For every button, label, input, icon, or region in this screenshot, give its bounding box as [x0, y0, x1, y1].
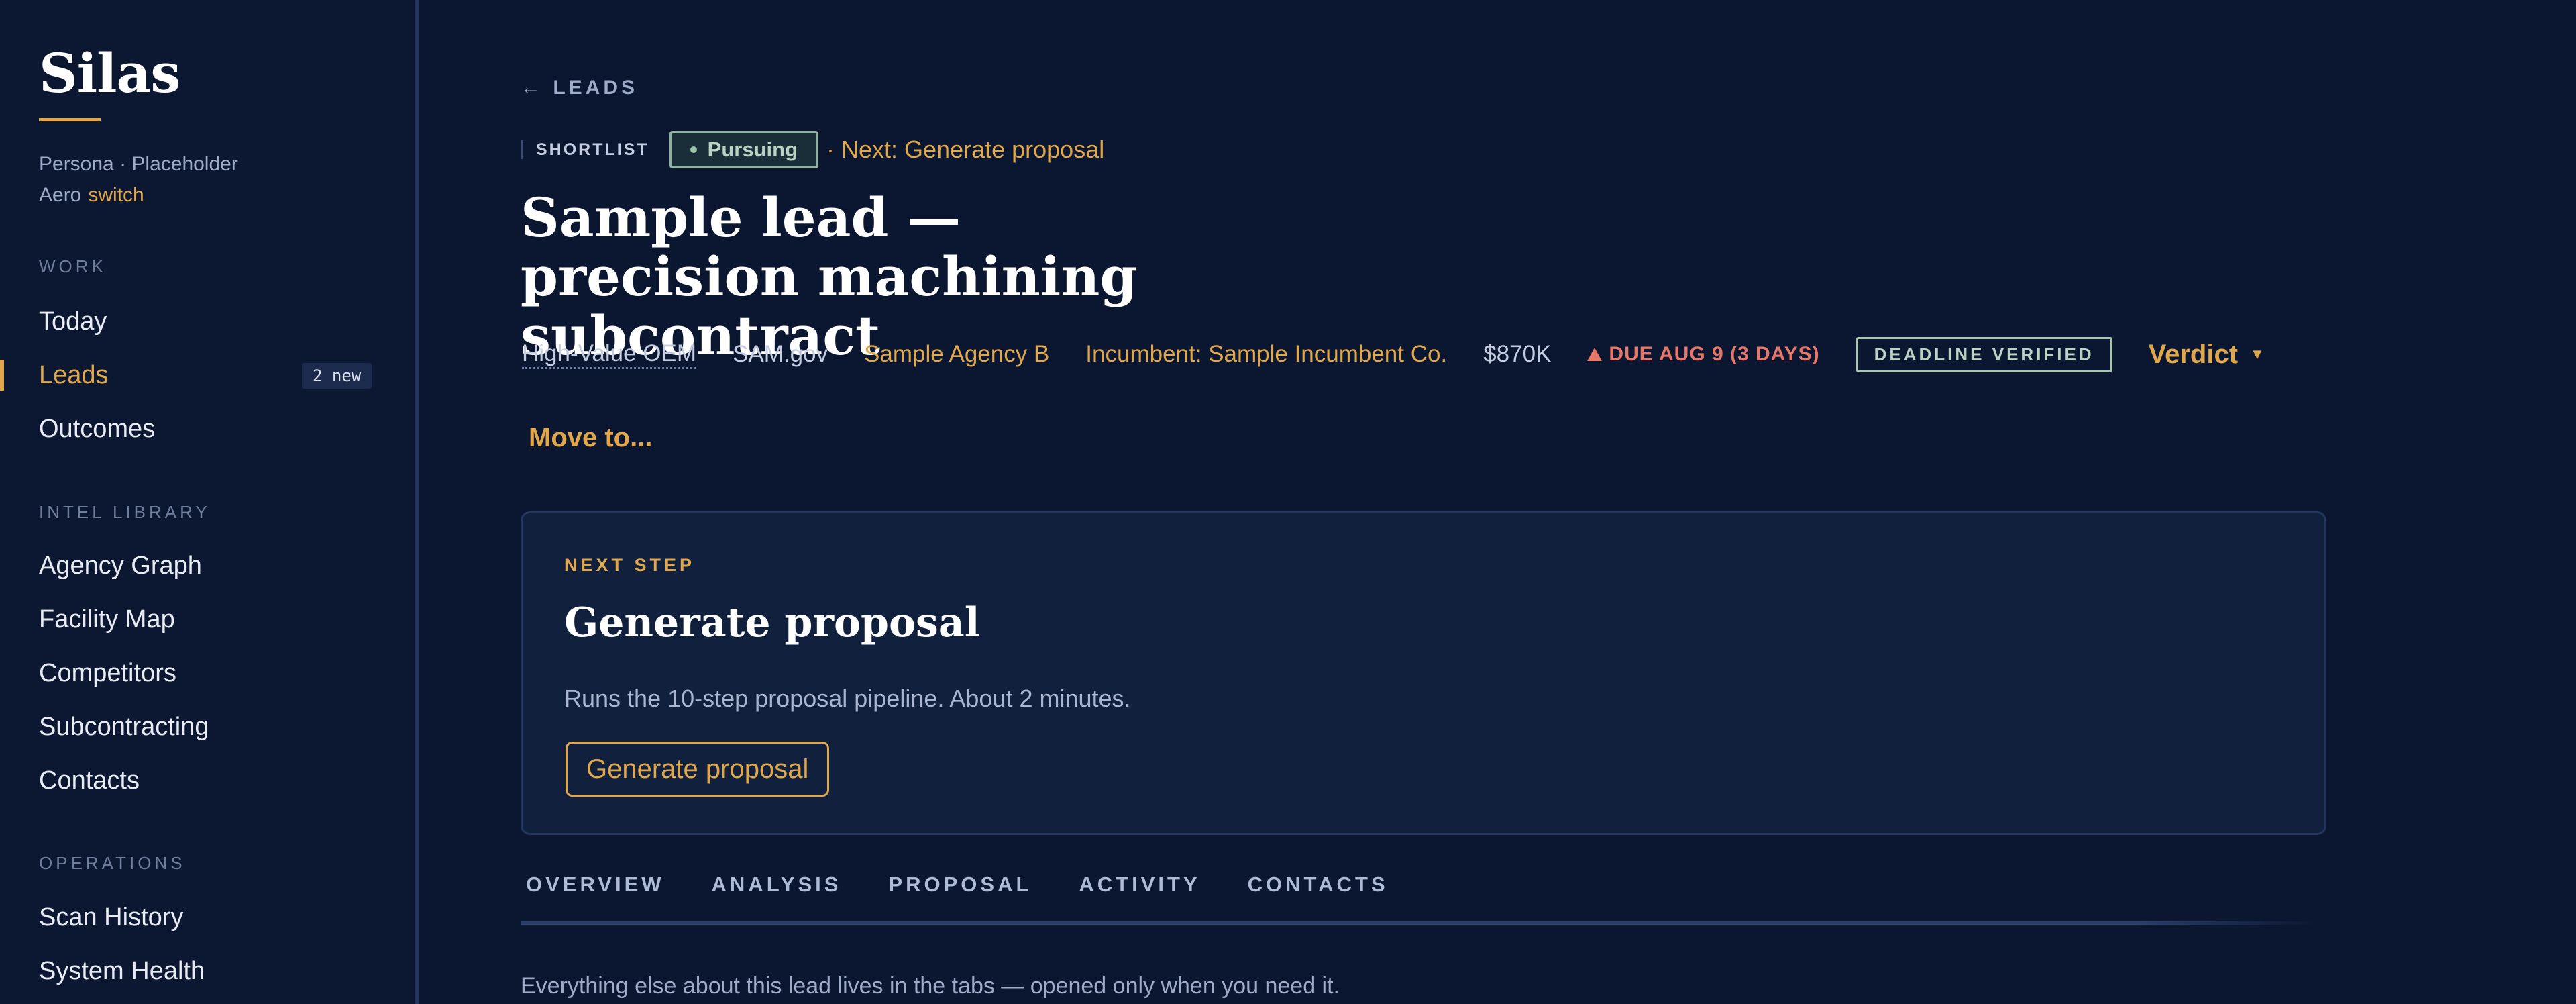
- meta-incumbent[interactable]: Incumbent: Sample Incumbent Co.: [1085, 341, 1447, 368]
- meta-oem-link[interactable]: High-Value OEM: [522, 340, 697, 369]
- next-step-description: Runs the 10-step proposal pipeline. Abou…: [564, 685, 1131, 712]
- deadline-verified-badge: DEADLINE VERIFIED: [1856, 336, 2112, 372]
- sidebar-item-outcomes[interactable]: Outcomes: [39, 415, 155, 444]
- status-badge[interactable]: Pursuing: [669, 131, 819, 168]
- lead-tabs: OVERVIEW ANALYSIS PROPOSAL ACTIVITY CONT…: [526, 872, 1389, 897]
- sidebar-item-competitors[interactable]: Competitors: [39, 659, 176, 688]
- tab-proposal[interactable]: PROPOSAL: [888, 872, 1032, 897]
- next-step-title: Generate proposal: [564, 599, 980, 646]
- section-label-intel-library: INTEL LIBRARY: [39, 502, 211, 522]
- meta-value: $870K: [1483, 341, 1552, 367]
- persona-switch-link[interactable]: switch: [88, 184, 144, 206]
- leads-new-badge: 2 new: [302, 363, 372, 389]
- sidebar-item-today[interactable]: Today: [39, 307, 107, 336]
- persona-org: Aero: [39, 184, 82, 206]
- tabs-hint-text: Everything else about this lead lives in…: [521, 973, 1340, 999]
- sidebar-item-leads[interactable]: Leads: [39, 361, 109, 390]
- back-to-leads-link[interactable]: ← LEADS: [521, 77, 638, 99]
- move-to-button[interactable]: Move to...: [529, 423, 652, 453]
- stage-divider: [521, 140, 523, 159]
- meta-agency[interactable]: Sample Agency B: [864, 341, 1049, 368]
- persona-name: Persona · Placeholder: [39, 153, 238, 175]
- tab-contacts[interactable]: CONTACTS: [1248, 872, 1389, 897]
- meta-due-date: DUE AUG 9 (3 DAYS): [1587, 343, 1819, 366]
- persona-info: Persona · Placeholder Aero switch: [39, 149, 388, 211]
- warning-triangle-icon: [1587, 348, 1603, 361]
- meta-source: SAM.gov: [733, 341, 828, 367]
- next-step-inline: · Next: Generate proposal: [826, 136, 1105, 163]
- verdict-dropdown[interactable]: Verdict ▼: [2149, 340, 2265, 370]
- next-step-label: NEXT STEP: [564, 555, 696, 575]
- sidebar-item-facility-map[interactable]: Facility Map: [39, 605, 175, 634]
- sidebar: Silas Persona · Placeholder Aero switch W…: [0, 0, 419, 1004]
- tab-analysis[interactable]: ANALYSIS: [712, 872, 842, 897]
- tab-overview[interactable]: OVERVIEW: [526, 872, 665, 897]
- tab-activity[interactable]: ACTIVITY: [1079, 872, 1200, 897]
- lead-meta-row: High-Value OEM SAM.gov Sample Agency B I…: [522, 334, 2301, 374]
- status-dot-icon: [690, 146, 697, 153]
- brand-underline: [39, 118, 101, 121]
- status-label: Pursuing: [707, 138, 798, 161]
- next-step-card: NEXT STEP Generate proposal Runs the 10-…: [521, 511, 2326, 835]
- brand-logo[interactable]: Silas: [39, 42, 180, 105]
- verdict-label: Verdict: [2148, 339, 2239, 369]
- sidebar-item-subcontracting[interactable]: Subcontracting: [39, 713, 209, 742]
- tabs-divider: [521, 921, 2318, 925]
- section-label-work: WORK: [39, 256, 107, 277]
- caret-down-icon: ▼: [2250, 346, 2265, 362]
- sidebar-item-agency-graph[interactable]: Agency Graph: [39, 552, 202, 581]
- status-row: SHORTLIST Pursuing · Next: Generate prop…: [521, 130, 1104, 170]
- active-indicator: [0, 360, 4, 391]
- sidebar-item-system-health[interactable]: System Health: [39, 957, 205, 986]
- section-label-operations: OPERATIONS: [39, 853, 186, 873]
- generate-proposal-button[interactable]: Generate proposal: [566, 742, 830, 797]
- stage-label: SHORTLIST: [536, 140, 649, 159]
- sidebar-item-contacts[interactable]: Contacts: [39, 766, 140, 795]
- sidebar-item-scan-history[interactable]: Scan History: [39, 903, 183, 932]
- due-date-label: DUE AUG 9 (3 DAYS): [1609, 343, 1820, 365]
